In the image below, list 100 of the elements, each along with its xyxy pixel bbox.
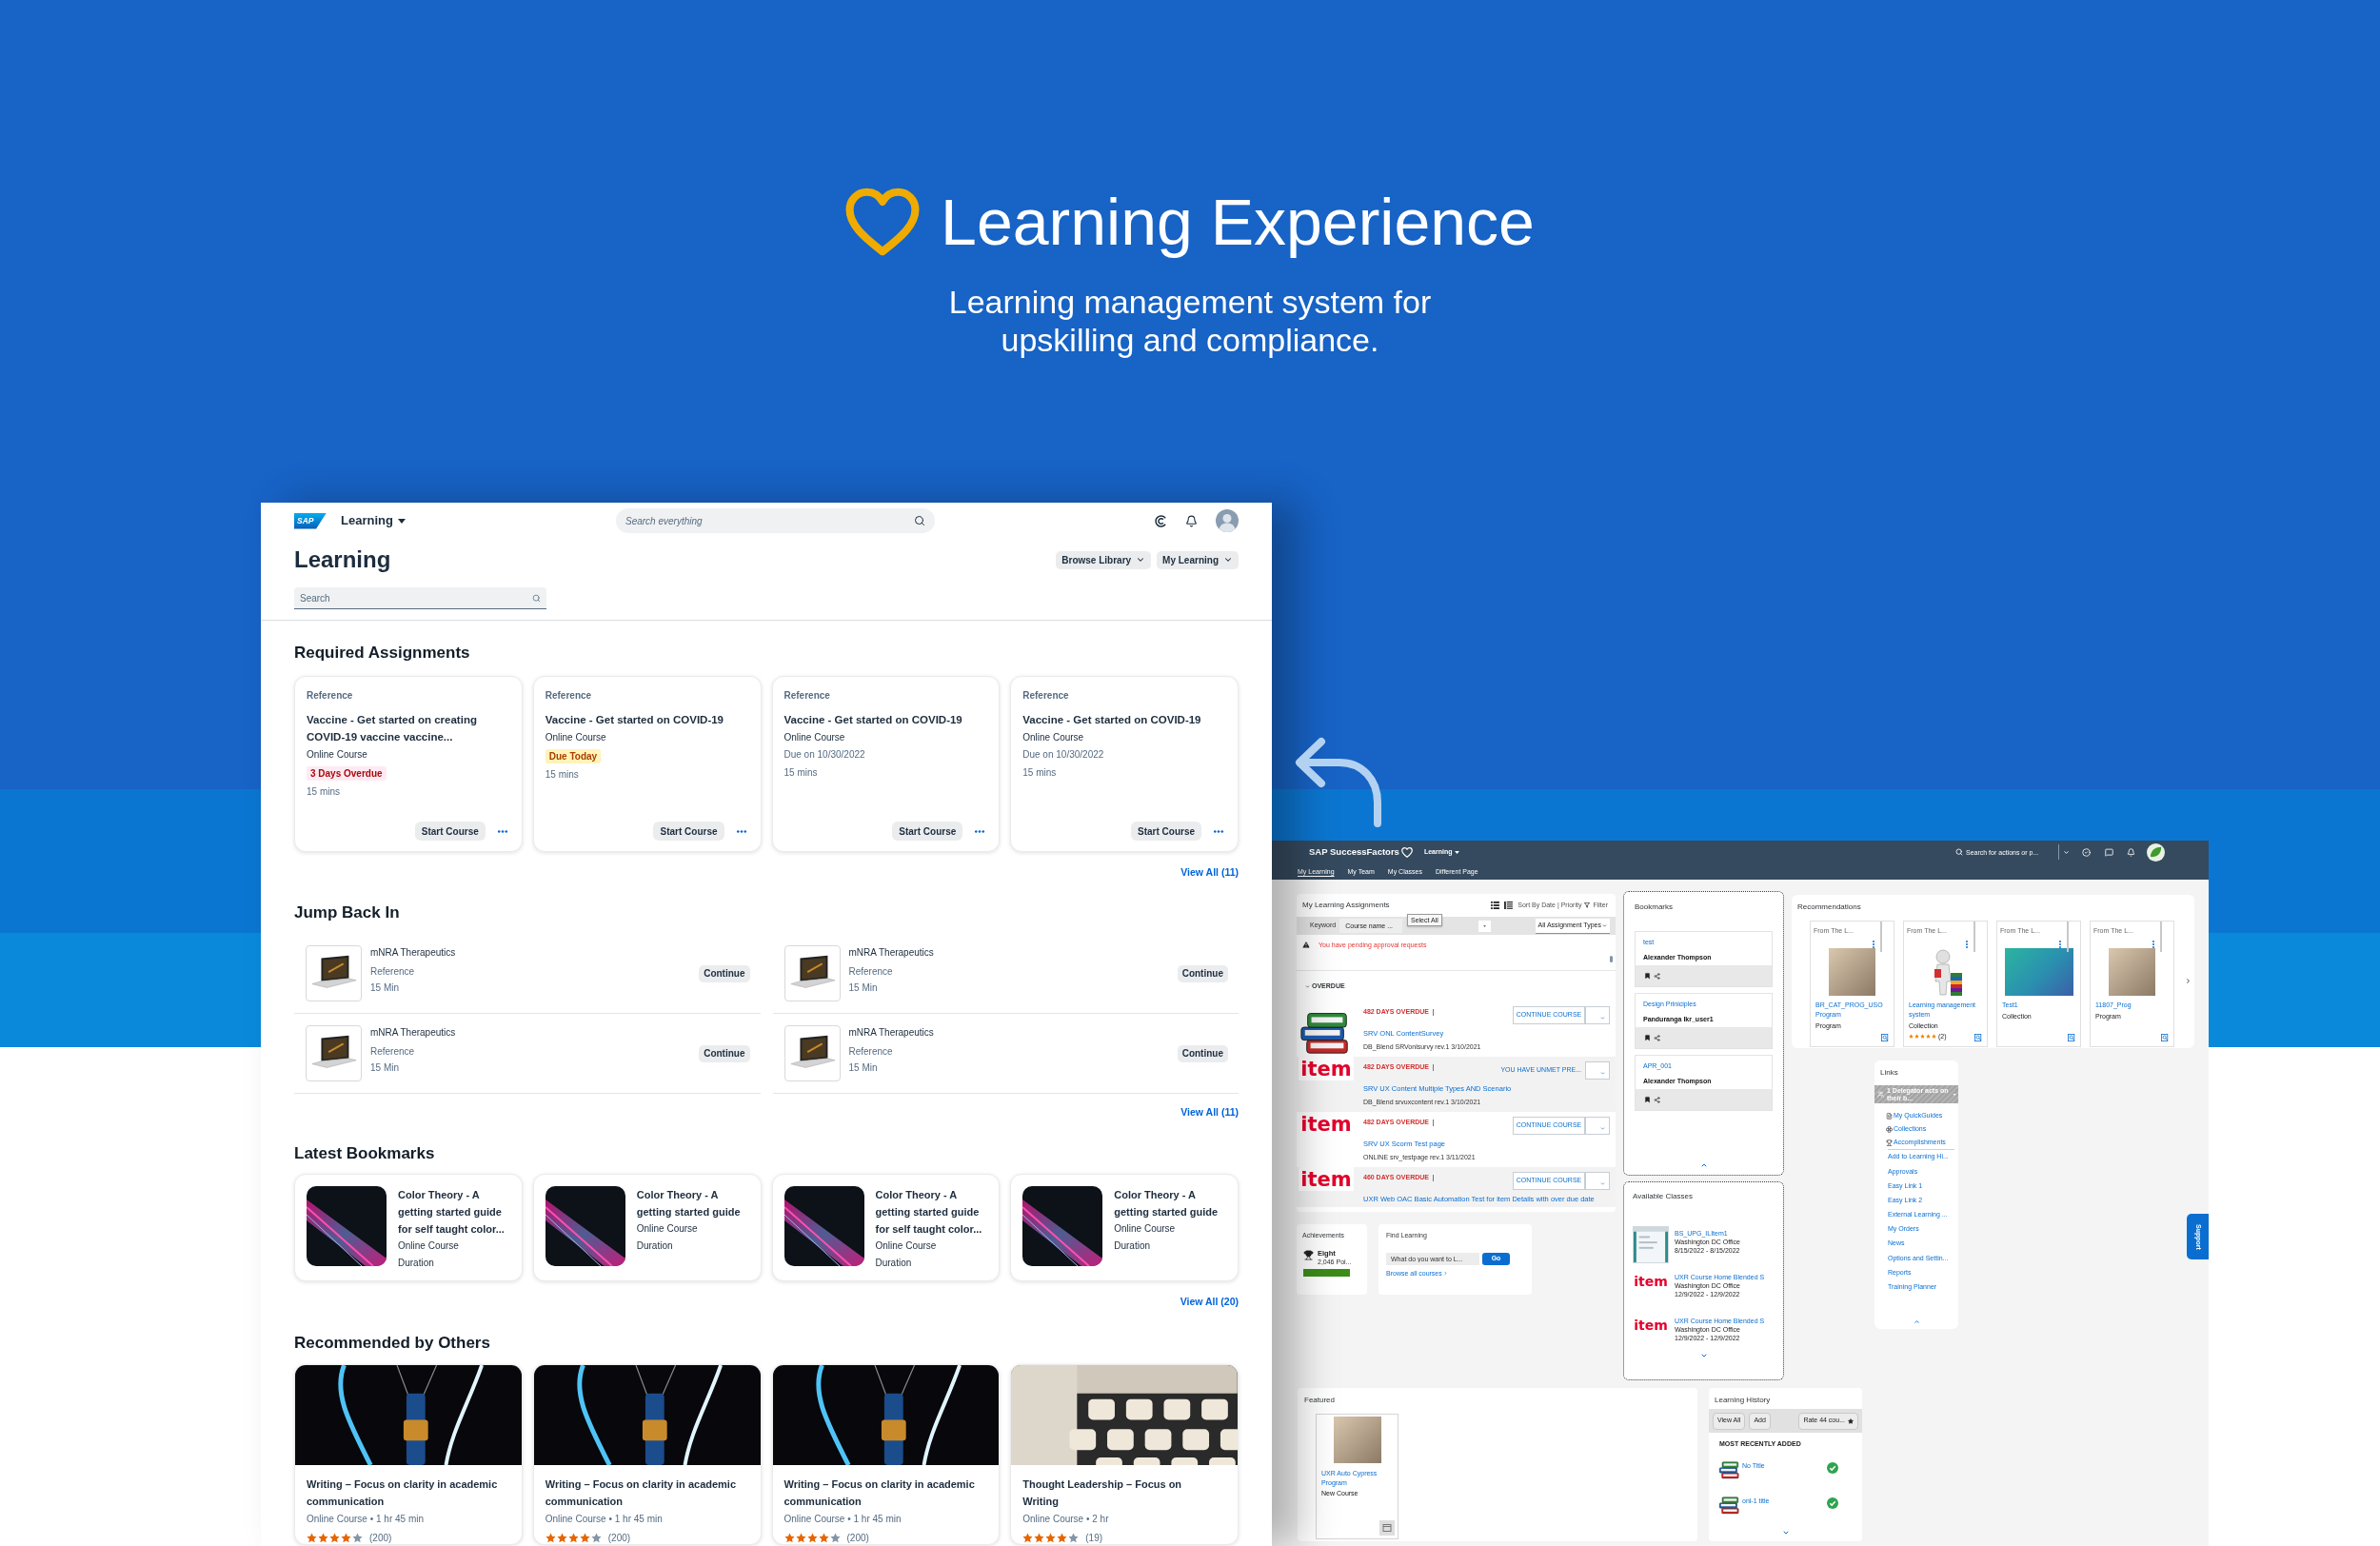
continue-button[interactable]: Continue: [1177, 964, 1228, 982]
warning-icon: [1301, 941, 1311, 949]
chevron-down-icon[interactable]: [1781, 1529, 1790, 1536]
preview-icon[interactable]: [2068, 1034, 2075, 1041]
course-title[interactable]: Vaccine - Get started on creating COVID-19 vaccine vaccine...: [307, 711, 508, 745]
search-field[interactable]: Search everything: [616, 508, 935, 533]
share-icon[interactable]: [1654, 972, 1660, 980]
course-title[interactable]: Writing – Focus on clarity in academic communication: [307, 1476, 501, 1510]
course-title[interactable]: Color Theory - A getting started guide: [1114, 1186, 1226, 1220]
start-course-button[interactable]: Start Course: [414, 822, 486, 841]
bookmark-icon[interactable]: [1644, 972, 1651, 980]
laptop-image: [783, 945, 841, 1001]
list-view-icon[interactable]: [1491, 902, 1500, 909]
more-options-icon[interactable]: [1213, 829, 1224, 833]
course-meta: Online Course • 1 hr 45 min: [783, 1513, 902, 1526]
category-label: Reference: [1022, 690, 1070, 702]
share-icon[interactable]: [1654, 1096, 1660, 1103]
start-course-button[interactable]: Start Course: [892, 822, 963, 841]
avatar-icon[interactable]: [1216, 509, 1239, 532]
continue-button[interactable]: Continue: [699, 964, 750, 982]
course-title[interactable]: mNRA Therapeutics: [370, 1026, 456, 1040]
course-title[interactable]: Color Theory - A getting started guide: [636, 1186, 749, 1220]
course-title[interactable]: mNRA Therapeutics: [848, 1026, 934, 1040]
preview-icon[interactable]: [2161, 1034, 2169, 1041]
course-title[interactable]: Vaccine - Get started on COVID-19: [1022, 711, 1224, 728]
preview-icon[interactable]: [1881, 1034, 1889, 1041]
menu-button[interactable]: My Learning: [1157, 550, 1239, 569]
people-icon: [1877, 1091, 1884, 1098]
continue-button[interactable]: Continue: [1177, 1044, 1228, 1062]
chevron-down-icon: [1136, 555, 1146, 565]
rating-count: (200): [369, 1531, 392, 1544]
course-title[interactable]: Thought Leadership – Focus on Writing: [1022, 1476, 1217, 1510]
dropdown-toggle[interactable]: [1585, 1172, 1610, 1190]
star-icon: [556, 1532, 567, 1543]
star-icon: [1848, 1417, 1854, 1424]
star-icon: [1022, 1532, 1034, 1543]
duration-label: Duration: [398, 1257, 435, 1270]
more-options-icon[interactable]: [974, 829, 986, 833]
search-icon[interactable]: [914, 515, 925, 526]
star-icon: [783, 1532, 795, 1543]
view-all-link[interactable]: View All (11): [1180, 1105, 1239, 1119]
more-options-icon[interactable]: [496, 829, 508, 833]
course-title[interactable]: Writing – Focus on clarity in academic communication: [783, 1476, 979, 1510]
dropdown-field[interactable]: [1478, 920, 1492, 932]
bookmark-icon[interactable]: [1644, 1096, 1651, 1103]
view-all-link[interactable]: View All (11): [1180, 865, 1239, 879]
view-all-link[interactable]: View All (20): [1180, 1295, 1239, 1308]
course-type: Online Course: [1022, 731, 1085, 744]
section-title: Latest Bookmarks: [294, 1143, 436, 1164]
detail-list-icon[interactable]: [1504, 902, 1514, 909]
bell-icon[interactable]: [1185, 514, 1198, 527]
course-title[interactable]: Writing – Focus on clarity in academic communication: [545, 1476, 740, 1510]
share-icon[interactable]: [1654, 1034, 1660, 1041]
dropdown-toggle[interactable]: [1585, 1117, 1610, 1135]
continue-button[interactable]: Continue: [699, 1044, 750, 1062]
course-title[interactable]: Color Theory - A getting started guide for self taught color...: [398, 1186, 510, 1238]
scroll-thumb[interactable]: [1610, 956, 1613, 962]
chat-icon[interactable]: [2105, 847, 2113, 857]
course-title[interactable]: Vaccine - Get started on COVID-19: [545, 711, 747, 728]
chevron-up-icon[interactable]: [1699, 1161, 1708, 1169]
star-icon: [829, 1532, 841, 1543]
photo-placeholder: [1333, 1417, 1381, 1463]
category-label: Reference: [848, 965, 894, 979]
menu-button[interactable]: Browse Library: [1056, 550, 1152, 569]
course-title[interactable]: mNRA Therapeutics: [848, 946, 934, 960]
start-course-button[interactable]: Start Course: [1131, 822, 1201, 841]
chevron-up-icon[interactable]: [1913, 1318, 1920, 1325]
chevron-down-icon[interactable]: [1699, 1352, 1708, 1359]
course-title[interactable]: Color Theory - A getting started guide for self taught color...: [875, 1186, 988, 1238]
dropdown-toggle[interactable]: [1585, 1006, 1610, 1024]
category-label: Reference: [545, 690, 593, 702]
check-circle-icon[interactable]: [2082, 847, 2091, 857]
product-menu[interactable]: Learning: [341, 511, 406, 530]
more-options-icon[interactable]: [735, 829, 747, 833]
trophy-icon: [1303, 1250, 1314, 1260]
course-type: Online Course: [1114, 1222, 1177, 1236]
course-type: Online Course: [398, 1239, 460, 1253]
preview-icon[interactable]: [1974, 1034, 1982, 1041]
course-type: Online Course: [636, 1222, 699, 1236]
panel-title: Links: [1879, 1067, 1899, 1078]
course-title[interactable]: Vaccine - Get started on COVID-19: [783, 711, 986, 728]
arcs-icon[interactable]: [1155, 514, 1167, 527]
course-title[interactable]: mNRA Therapeutics: [370, 946, 456, 960]
course-type: Online Course: [545, 731, 607, 744]
bookmark-icon[interactable]: [1644, 1034, 1651, 1041]
brand-logo: SAP: [294, 512, 327, 529]
window-icon[interactable]: [1379, 1520, 1395, 1536]
search-icon[interactable]: [532, 594, 541, 603]
dropdown-toggle[interactable]: [1585, 1061, 1610, 1080]
search-field[interactable]: Search: [294, 587, 546, 609]
start-course-button[interactable]: Start Course: [653, 822, 724, 841]
star-icon: [1045, 1532, 1057, 1543]
chevron-right-icon[interactable]: [2185, 978, 2192, 984]
category-label: Reference: [307, 690, 354, 702]
leaf-avatar-icon[interactable]: [2147, 842, 2165, 862]
caret-icon: [1953, 1093, 1956, 1096]
duration-label: 15 Min: [848, 981, 879, 995]
filter-icon[interactable]: [1584, 902, 1591, 908]
chevron-down-icon[interactable]: [2063, 848, 2070, 856]
bell-icon[interactable]: [2127, 847, 2135, 857]
